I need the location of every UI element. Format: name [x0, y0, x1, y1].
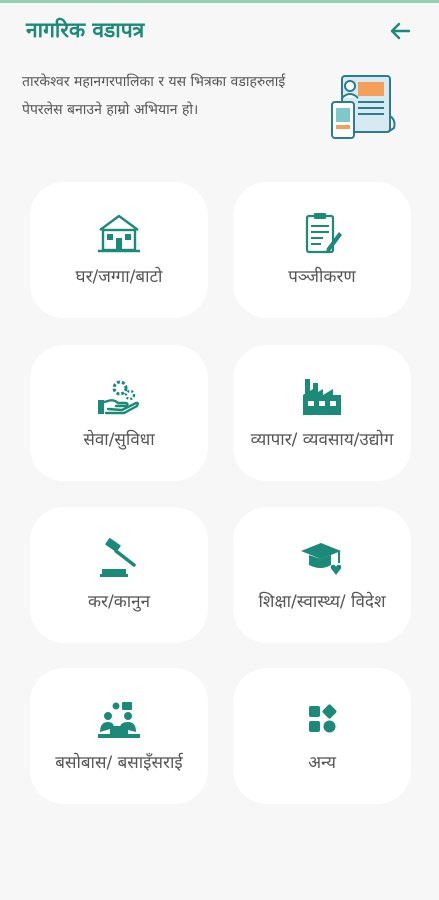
- residence-icon: [98, 702, 140, 738]
- page-title: नागरिक वडापत्र: [26, 18, 145, 42]
- graduation-cap-icon: [301, 543, 342, 575]
- card-label: पञ्जीकरण: [288, 267, 356, 287]
- card-services-facilities[interactable]: सेवा/सुविधा: [30, 345, 208, 481]
- factory-icon: [303, 379, 341, 415]
- card-label: शिक्षा/स्वास्थ्य/ विदेश: [258, 592, 386, 612]
- card-label: कर/कानुन: [87, 592, 151, 612]
- card-registration[interactable]: पञ्जीकरण: [233, 182, 411, 318]
- card-tax-law[interactable]: कर/कानुन: [30, 507, 208, 643]
- card-others[interactable]: अन्य: [233, 668, 411, 804]
- house-icon: [98, 214, 140, 253]
- card-label: व्यापार/ व्यवसाय/उद्योग: [250, 430, 394, 450]
- card-label: घर/जग्गा/बाटो: [75, 267, 163, 287]
- card-label: बसोबास/ बसाइँसराई: [55, 753, 183, 773]
- service-hand-icon: [98, 380, 139, 415]
- grid-icon: [309, 704, 337, 733]
- paperless-illustration: [331, 75, 396, 139]
- intro-text: तारकेश्वर महानगरपालिका र यस भित्रका वडाह…: [22, 74, 286, 118]
- header: नागरिक वडापत्र: [0, 10, 439, 54]
- card-label: अन्य: [308, 753, 336, 773]
- card-house-land-road[interactable]: घर/जग्गा/बाटो: [30, 182, 208, 318]
- back-arrow-icon[interactable]: [387, 18, 413, 44]
- card-education-health-abroad[interactable]: शिक्षा/स्वास्थ्य/ विदेश: [233, 507, 411, 643]
- gavel-icon: [100, 538, 136, 577]
- top-accent-line: [0, 0, 439, 3]
- card-label: सेवा/सुविधा: [83, 430, 155, 450]
- card-business-industry[interactable]: व्यापार/ व्यवसाय/उद्योग: [233, 345, 411, 481]
- clipboard-icon: [305, 213, 342, 254]
- card-residence-migration[interactable]: बसोबास/ बसाइँसराई: [30, 668, 208, 804]
